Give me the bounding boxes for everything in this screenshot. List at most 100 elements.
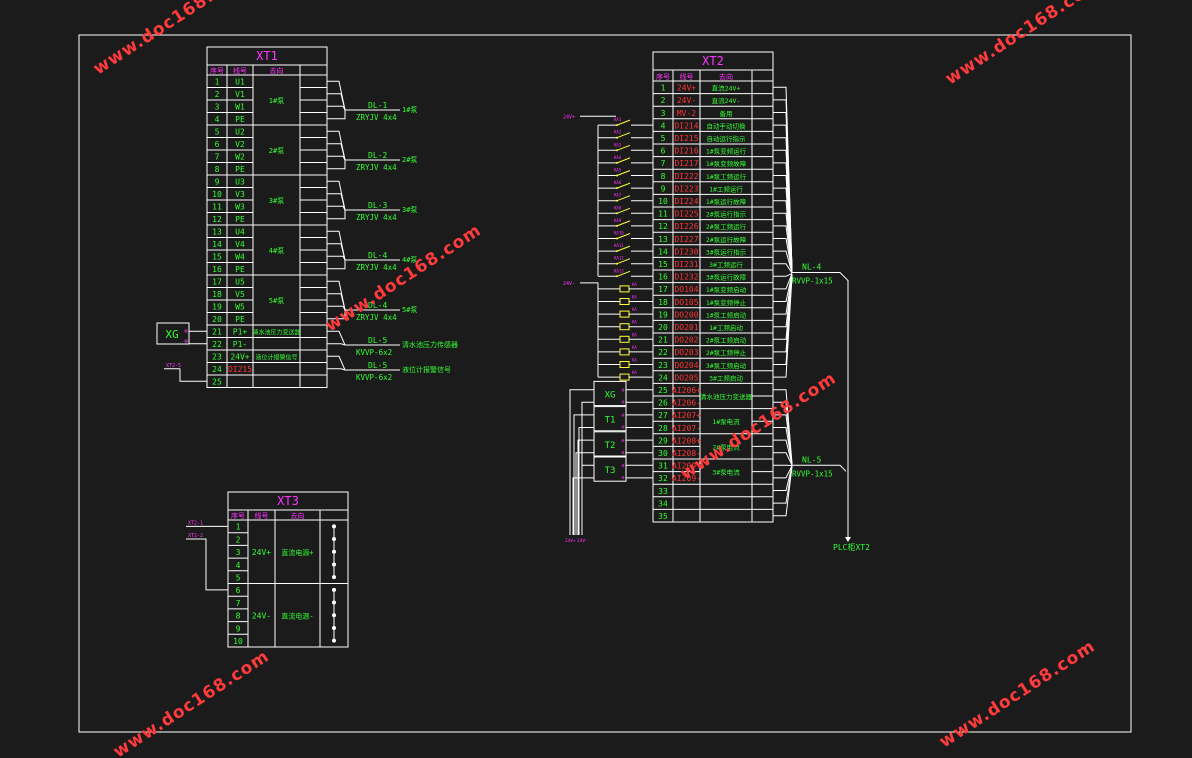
xt1-row-number: 7	[215, 153, 220, 162]
xt2-row-number: 35	[658, 512, 668, 521]
xt2-wire-code: 24V-	[677, 96, 696, 105]
xt2-wire-code: DI224	[674, 197, 698, 206]
relay-tag: KA	[632, 282, 637, 287]
xt1-wire-code: V2	[235, 140, 245, 149]
relay-tag: KA10	[614, 231, 624, 236]
xt3-header: 序号	[231, 511, 245, 520]
xt3-row-number: 2	[236, 535, 241, 544]
xt2-wire-code: DI223	[674, 184, 698, 193]
xt1-outline	[206, 46, 328, 388]
xt2-row-number: 10	[658, 197, 668, 206]
bottom-ref: 24V+	[565, 538, 576, 544]
xt2-row-number: 30	[658, 449, 668, 458]
xt2-destination: 2#泵工频停止	[706, 348, 747, 357]
xt1-wire-code: V3	[235, 190, 245, 199]
xt2-row-number: 23	[658, 361, 668, 370]
relay-tag: KA	[632, 345, 637, 350]
xt1-row-number: 16	[212, 265, 222, 274]
xt2-row-number: 8	[661, 172, 666, 181]
xt3-ref: XT2-2	[188, 533, 203, 539]
xt2-row-number: 7	[661, 159, 666, 168]
relay-tag: KA2	[614, 130, 622, 135]
xt1-wire-code: V4	[235, 240, 245, 249]
xt2-cable-id: NL-4	[802, 263, 821, 272]
wire	[773, 263, 793, 274]
xt2-wire-code: DO204	[674, 361, 698, 370]
contact-dot	[616, 224, 618, 227]
xt2-wire-code: DO104	[674, 285, 698, 294]
xt2-wire-code: DI214	[674, 121, 698, 130]
terminal-block-xt3: XT3 序号 线号 去向 1 2 3 4 5 6 7 8 9 10 24V+ 直流电源+ 24V- 直流电源- XT…	[186, 491, 349, 648]
xt2-row-number: 18	[658, 298, 668, 307]
terminal-mark: ⊗	[621, 413, 624, 419]
xt2-destination: 2#泵工频启动	[706, 336, 747, 345]
relay-tag: KA12	[614, 256, 624, 261]
xt1-wire-code: W3	[235, 203, 245, 212]
wire	[327, 130, 346, 161]
xt2-row-number: 14	[658, 247, 668, 256]
xt1-title: XT1	[256, 49, 278, 63]
xt2-wire-code: DO205	[674, 373, 698, 382]
xt2-destination: 自动运行指示	[707, 134, 747, 143]
xt2-wire-code: DO203	[674, 348, 698, 357]
xt1-row-number: 15	[212, 253, 222, 262]
wire	[186, 538, 228, 591]
analog-device-label: T1	[605, 416, 616, 426]
xt3-row-number: 9	[236, 624, 241, 633]
cable-id: DL-3	[368, 201, 387, 210]
contact-dot	[616, 174, 618, 177]
analog-device-label: XG	[605, 390, 616, 400]
xt2-row-number: 11	[658, 210, 668, 219]
wire	[327, 160, 346, 170]
cable-spec: ZRYJV 4x4	[356, 163, 397, 172]
xt3-row-number: 3	[236, 548, 241, 557]
xt3-header: 去向	[291, 511, 305, 520]
xt2-destination: 1#泵电流	[712, 417, 740, 426]
xt2-row-number: 13	[658, 235, 668, 244]
xt2-destination: 3#工频运行	[709, 260, 743, 269]
xt3-outline	[227, 491, 349, 648]
terminal-mark: ⊗	[621, 399, 624, 405]
xt3-row-number: 10	[233, 637, 243, 646]
xt2-wire-code: DI222	[674, 172, 698, 181]
xt2-wire-code: DI232	[674, 273, 698, 282]
watermark-text: www.doc168.com	[942, 0, 1105, 89]
relay-tag: KA11	[614, 243, 624, 248]
xt2-destination: 1#工频运行	[709, 184, 743, 193]
watermark-text: www.doc168.com	[110, 646, 273, 758]
cable-destination: 1#泵	[402, 106, 417, 114]
xt3-row-number: 5	[236, 574, 241, 583]
xt1-row-number: 13	[212, 228, 222, 237]
xt1-group-dest: 液位计报警信号	[255, 353, 297, 361]
wire	[773, 272, 793, 277]
xt1-wire-code: PE	[235, 215, 245, 224]
xt2-row-number: 31	[658, 462, 668, 471]
xt2-row-number: 20	[658, 323, 668, 332]
xt1-wire-code: 24V+	[230, 353, 249, 362]
xt1-side-ref: XT2-5	[166, 363, 181, 369]
xt2-wire-code: AI206+	[672, 386, 701, 395]
wire	[327, 80, 346, 111]
xt2-destination: 3#泵运行故障	[706, 273, 747, 282]
xt2-destination: 2#泵运行故障	[706, 235, 747, 244]
xt2-wire-code: DI230	[674, 247, 698, 256]
wire	[581, 464, 594, 535]
xt1-wire-code: V1	[235, 90, 245, 99]
relay-coil	[619, 285, 630, 293]
xt1-group-dest: 5#泵	[269, 297, 284, 305]
xt3-title: XT3	[277, 494, 299, 508]
arrow-head	[845, 537, 851, 542]
cable-destination: 清水池压力传感器	[402, 340, 458, 349]
relay-tag: KA5	[614, 168, 622, 173]
xt3-destination: 直流电源+	[281, 548, 313, 557]
xt2-row-number: 6	[661, 147, 666, 156]
xt1-connections: DL-1 ZRYJV 4x4 1#泵 DL-2 ZRYJV 4x4 2#泵 DL-3 ZRYJ…	[156, 80, 458, 382]
xt2-header: 去向	[719, 72, 733, 81]
contact-dot	[616, 124, 618, 127]
xt1-row-number: 22	[212, 340, 222, 349]
xt2-destination: 1#泵运行故障	[706, 197, 747, 206]
wire	[179, 368, 207, 382]
xt1-row-number: 3	[215, 103, 220, 112]
xt2-row-number: 32	[658, 474, 668, 483]
xt1-wire-code: P1+	[233, 328, 248, 337]
